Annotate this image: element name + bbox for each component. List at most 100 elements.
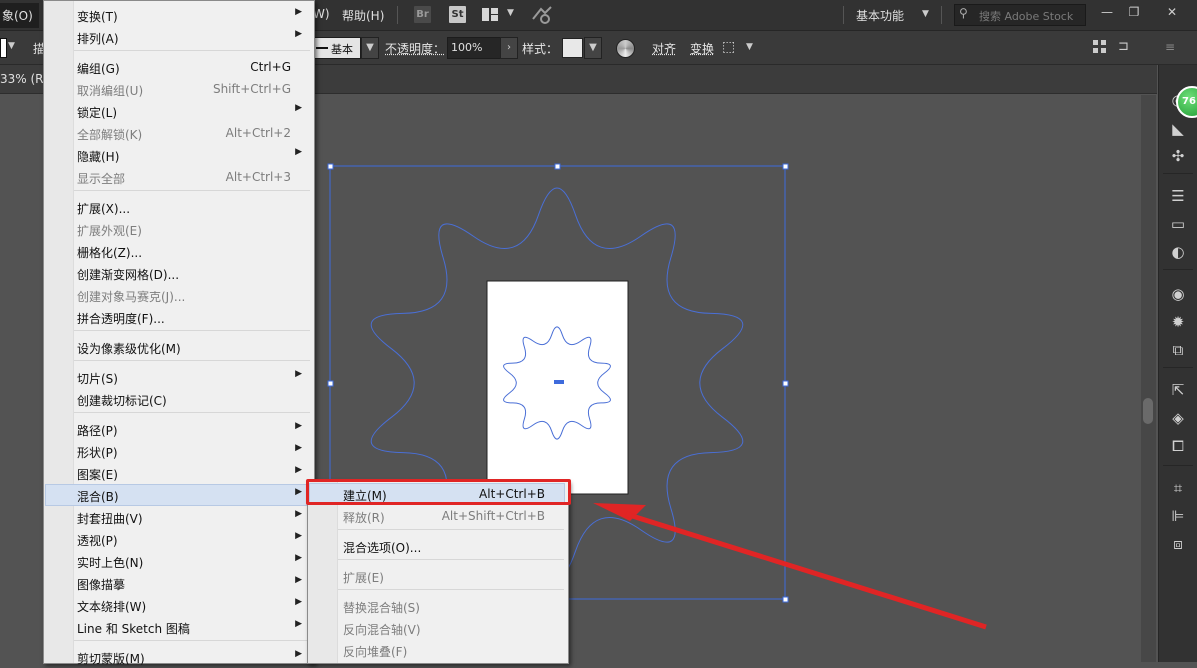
chevron-right-icon: ▶ bbox=[295, 421, 302, 431]
object-menu-item[interactable]: 文本绕排(W) ▶ bbox=[45, 594, 311, 616]
vertical-scrollbar[interactable] bbox=[1141, 95, 1156, 662]
artboards-icon[interactable]: ⧠ bbox=[1169, 437, 1187, 455]
blend-menu-item[interactable]: 反向堆叠(F) bbox=[309, 639, 565, 661]
object-menu-item[interactable]: 扩展(X)... bbox=[45, 196, 311, 218]
arrange-documents-icon[interactable] bbox=[482, 8, 498, 21]
align-panel-icon[interactable]: ⊫ bbox=[1169, 507, 1187, 525]
minimize-button[interactable]: — bbox=[1095, 3, 1119, 21]
workspace-switcher[interactable]: 基本功能 bbox=[856, 7, 904, 24]
object-menu-item[interactable]: 混合(B) ▶ bbox=[45, 484, 311, 506]
chevron-down-icon[interactable]: ▼ bbox=[361, 37, 379, 59]
bridge-icon[interactable]: Br bbox=[414, 6, 431, 23]
chevron-right-icon[interactable]: › bbox=[500, 37, 518, 59]
blend-menu-item[interactable]: 释放(R) Alt+Shift+Ctrl+B bbox=[309, 505, 565, 527]
blend-menu-item[interactable]: 替换混合轴(S) bbox=[309, 595, 565, 617]
object-menu-item[interactable]: 形状(P) ▶ bbox=[45, 440, 311, 462]
object-menu-item[interactable]: 锁定(L) ▶ bbox=[45, 100, 311, 122]
dock-divider bbox=[1163, 367, 1193, 368]
grid-menu-icon[interactable] bbox=[1093, 40, 1107, 54]
gradient-panel-icon[interactable]: ▭ bbox=[1169, 215, 1187, 233]
menu-item-label: 创建对象马赛克(J)... bbox=[77, 290, 186, 304]
isolate-group-icon[interactable]: ⬚ bbox=[722, 39, 742, 57]
arrange-icon[interactable]: ⊐ bbox=[1118, 39, 1138, 55]
chevron-down-icon[interactable]: ▼ bbox=[507, 8, 514, 18]
object-menu-item[interactable]: 编组(G) Ctrl+G bbox=[45, 56, 311, 78]
menu-item-shortcut: Shift+Ctrl+G bbox=[212, 82, 291, 96]
transform-panel-icon[interactable]: ⌗ bbox=[1169, 479, 1187, 497]
graphic-style-swatch[interactable] bbox=[562, 38, 583, 58]
menu-window-partial[interactable]: W) bbox=[313, 7, 330, 21]
object-menu-item[interactable]: 封套扭曲(V) ▶ bbox=[45, 506, 311, 528]
object-menu-item[interactable]: 全部解锁(K) Alt+Ctrl+2 bbox=[45, 122, 311, 144]
document-tab[interactable]: 33% (R bbox=[0, 72, 44, 86]
gradient-icon[interactable]: ◣ bbox=[1169, 120, 1187, 138]
style-label: 样式： bbox=[522, 42, 559, 56]
transparency-icon[interactable]: ◐ bbox=[1169, 243, 1187, 261]
menu-item-label: 剪切蒙版(M) bbox=[77, 652, 145, 666]
chevron-right-icon: ▶ bbox=[295, 29, 302, 39]
chevron-down-icon[interactable]: ▼ bbox=[922, 9, 929, 19]
chevron-down-icon[interactable]: ▼ bbox=[746, 42, 753, 52]
object-menu-item[interactable]: 剪切蒙版(M) ▶ bbox=[45, 646, 311, 668]
object-menu-item[interactable]: 图案(E) ▶ bbox=[45, 462, 311, 484]
object-menu-item[interactable]: 实时上色(N) ▶ bbox=[45, 550, 311, 572]
menu-object[interactable]: 象(O) bbox=[0, 3, 39, 28]
graphic-styles-icon[interactable]: ✹ bbox=[1169, 313, 1187, 331]
object-menu-item[interactable]: 路径(P) ▶ bbox=[45, 418, 311, 440]
gpu-performance-icon[interactable] bbox=[531, 5, 553, 25]
scrollbar-thumb[interactable] bbox=[1143, 398, 1153, 424]
transform-button[interactable]: 变换 bbox=[690, 40, 714, 57]
fill-swatch[interactable] bbox=[0, 38, 7, 58]
blend-menu-item[interactable]: 混合选项(O)... bbox=[309, 535, 565, 557]
menu-item-label: 释放(R) bbox=[343, 511, 385, 525]
object-menu-item[interactable]: 创建对象马赛克(J)... bbox=[45, 284, 311, 306]
object-menu-item[interactable]: 创建裁切标记(C) bbox=[45, 388, 311, 410]
layers-icon[interactable]: ◈ bbox=[1169, 409, 1187, 427]
object-menu-item[interactable]: 排列(A) ▶ bbox=[45, 26, 311, 48]
symbols-icon[interactable]: ✣ bbox=[1169, 147, 1187, 165]
dock-divider bbox=[1163, 269, 1193, 270]
menu-item-label: 排列(A) bbox=[77, 32, 119, 46]
object-menu-item[interactable]: Line 和 Sketch 图稿 ▶ bbox=[45, 616, 311, 638]
object-menu-item[interactable]: 栅格化(Z)... bbox=[45, 240, 311, 262]
recolor-artwork-icon[interactable] bbox=[616, 39, 635, 58]
object-menu-item[interactable]: 扩展外观(E) bbox=[45, 218, 311, 240]
menu-help[interactable]: 帮助(H) bbox=[342, 7, 384, 24]
asset-export-icon[interactable]: ⧉ bbox=[1169, 341, 1187, 359]
opacity-label[interactable]: 不透明度： bbox=[385, 40, 445, 57]
close-button[interactable]: ✕ bbox=[1160, 3, 1184, 21]
chevron-down-icon[interactable]: ▼ bbox=[584, 37, 602, 59]
menu-item-label: 创建渐变网格(D)... bbox=[77, 268, 180, 282]
restore-button[interactable]: ❐ bbox=[1122, 3, 1146, 21]
object-menu-item[interactable]: 拼合透明度(F)... bbox=[45, 306, 311, 328]
pathfinder-icon[interactable]: ⧈ bbox=[1169, 535, 1187, 553]
object-menu-item[interactable]: 切片(S) ▶ bbox=[45, 366, 311, 388]
opacity-input[interactable]: 100% bbox=[447, 37, 501, 59]
menu-separator bbox=[338, 529, 564, 530]
stroke-icon[interactable]: ☰ bbox=[1169, 187, 1187, 205]
object-menu-item[interactable]: 透视(P) ▶ bbox=[45, 528, 311, 550]
object-menu-item[interactable]: 隐藏(H) ▶ bbox=[45, 144, 311, 166]
chevron-right-icon: ▶ bbox=[295, 553, 302, 563]
menu-item-label: 路径(P) bbox=[77, 424, 118, 438]
stock-icon[interactable]: St bbox=[449, 6, 466, 23]
blend-menu-item[interactable]: 反向混合轴(V) bbox=[309, 617, 565, 639]
blend-menu-item[interactable]: 扩展(E) bbox=[309, 565, 565, 587]
chevron-right-icon: ▶ bbox=[295, 7, 302, 17]
object-menu-item[interactable]: 创建渐变网格(D)... bbox=[45, 262, 311, 284]
stroke-profile-select[interactable]: 基本 bbox=[313, 37, 361, 59]
chevron-down-icon[interactable]: ▼ bbox=[8, 41, 15, 51]
menu-item-label: 扩展(X)... bbox=[77, 202, 131, 216]
export-icon[interactable]: ⇱ bbox=[1169, 381, 1187, 399]
object-menu-item[interactable]: 变换(T) ▶ bbox=[45, 4, 311, 26]
appearance-icon[interactable]: ◉ bbox=[1169, 285, 1187, 303]
panel-menu-icon[interactable]: ≡ bbox=[1165, 40, 1179, 54]
object-menu-item[interactable]: 显示全部 Alt+Ctrl+3 bbox=[45, 166, 311, 188]
object-menu-item[interactable]: 取消编组(U) Shift+Ctrl+G bbox=[45, 78, 311, 100]
align-button[interactable]: 对齐 bbox=[652, 40, 676, 57]
stock-search-input[interactable]: ⚲ 搜索 Adobe Stock bbox=[954, 4, 1086, 26]
object-menu-item[interactable]: 图像描摹 ▶ bbox=[45, 572, 311, 594]
chevron-right-icon: ▶ bbox=[295, 619, 302, 629]
object-menu-item[interactable]: 设为像素级优化(M) bbox=[45, 336, 311, 358]
chevron-right-icon: ▶ bbox=[295, 597, 302, 607]
